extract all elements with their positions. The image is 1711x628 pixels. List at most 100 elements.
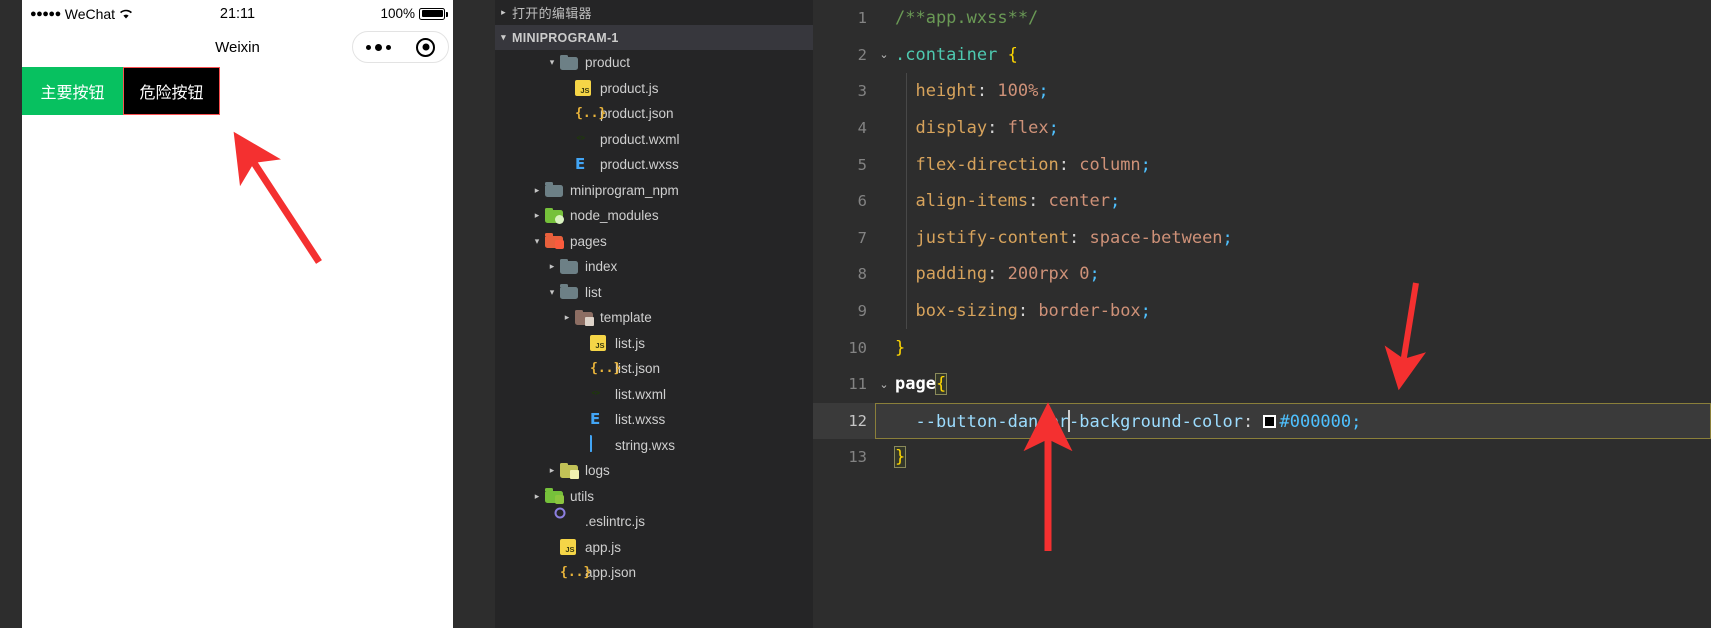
simulator-panel: ●●●●● WeChat 21:11 100% Weixin 主要按钮 危险按钮 bbox=[0, 0, 453, 628]
indent-guide bbox=[906, 109, 907, 147]
tree-file-row[interactable]: {..} app.json bbox=[495, 560, 813, 586]
tree-file-row[interactable]: JS product.js bbox=[495, 76, 813, 102]
battery-icon bbox=[419, 7, 448, 20]
tree-file-row[interactable]: {..} list.json bbox=[495, 356, 813, 382]
code-token: ; bbox=[1222, 227, 1233, 248]
line-number: 2 bbox=[857, 45, 867, 64]
js-icon: JS bbox=[590, 334, 610, 352]
open-editors-section[interactable]: ▸ 打开的编辑器 bbox=[495, 0, 813, 25]
wechat-devtools-window: ●●●●● WeChat 21:11 100% Weixin 主要按钮 危险按钮… bbox=[0, 0, 1711, 628]
primary-button[interactable]: 主要按钮 bbox=[22, 67, 123, 115]
line-number: 11 bbox=[848, 375, 867, 394]
tree-file-row[interactable]: string.wxs bbox=[495, 433, 813, 459]
tree-folder-row[interactable]: ▸ utils bbox=[495, 484, 813, 510]
folder-node-icon bbox=[545, 207, 565, 225]
project-section[interactable]: ▾ MINIPROGRAM-1 bbox=[495, 25, 813, 50]
tree-file-row[interactable]: .eslintrc.js bbox=[495, 509, 813, 535]
target-circle-icon[interactable] bbox=[416, 37, 436, 57]
tree-folder-row[interactable]: ▸ index bbox=[495, 254, 813, 280]
code-text: padding: 200rpx 0; bbox=[895, 264, 1099, 284]
tree-item-label: list.wxss bbox=[615, 412, 666, 428]
page-title: Weixin bbox=[215, 38, 260, 56]
tree-file-row[interactable]: product.wxml bbox=[495, 127, 813, 153]
code-token: : bbox=[1058, 154, 1080, 175]
code-token: ; bbox=[1140, 301, 1151, 322]
code-line[interactable]: 7 justify-content: space-between; bbox=[813, 219, 1711, 257]
chevron-right-icon[interactable]: ▸ bbox=[529, 210, 545, 221]
tree-folder-row[interactable]: ▾ product bbox=[495, 50, 813, 76]
chevron-right-icon[interactable]: ▸ bbox=[529, 185, 545, 196]
code-text: } bbox=[895, 338, 905, 358]
indent-guide bbox=[906, 256, 907, 293]
tree-file-row[interactable]: JS list.js bbox=[495, 331, 813, 357]
wxss-icon: E bbox=[575, 154, 586, 173]
code-line[interactable]: 11 ⌄ page{ bbox=[813, 366, 1711, 403]
chevron-right-icon[interactable]: ▸ bbox=[544, 261, 560, 272]
code-token: } bbox=[893, 446, 907, 469]
tree-folder-row[interactable]: ▸ logs bbox=[495, 458, 813, 484]
code-token: : bbox=[1069, 227, 1090, 248]
tree-item-label: list bbox=[585, 284, 602, 300]
color-swatch[interactable] bbox=[1263, 414, 1277, 428]
chevron-right-icon[interactable]: ▸ bbox=[559, 312, 575, 323]
chevron-down-icon[interactable]: ▾ bbox=[495, 32, 512, 43]
line-number: 12 bbox=[848, 411, 867, 430]
tree-folder-row[interactable]: ▾ list bbox=[495, 280, 813, 306]
capsule-button[interactable] bbox=[352, 31, 449, 63]
code-token: ; bbox=[1048, 118, 1059, 139]
code-lines[interactable]: 1/**app.wxss**/2 ⌄ .container {3 height: 1… bbox=[813, 0, 1711, 476]
tree-folder-row[interactable]: ▸ template bbox=[495, 305, 813, 331]
tree-file-row[interactable]: JS app.js bbox=[495, 535, 813, 561]
chevron-right-icon[interactable]: ▸ bbox=[544, 465, 560, 476]
chevron-right-icon[interactable]: ▸ bbox=[529, 491, 545, 502]
code-line[interactable]: 6 align-items: center; bbox=[813, 182, 1711, 220]
code-line[interactable]: 12 --button-danger-background-color: #00… bbox=[813, 402, 1711, 440]
tree-folder-row[interactable]: ▸ node_modules bbox=[495, 203, 813, 229]
code-line[interactable]: 9 box-sizing: border-box; bbox=[813, 292, 1711, 330]
folder-grey-icon bbox=[560, 54, 580, 72]
code-line[interactable]: 4 display: flex; bbox=[813, 109, 1711, 147]
code-token: flex bbox=[1007, 118, 1049, 139]
tree-item-label: app.js bbox=[585, 539, 622, 555]
code-editor-panel[interactable]: 1/**app.wxss**/2 ⌄ .container {3 height: 1… bbox=[813, 0, 1711, 628]
code-token: ; bbox=[1038, 81, 1049, 102]
tree-item-label: .eslintrc.js bbox=[585, 514, 646, 530]
code-line[interactable]: 10} bbox=[813, 329, 1711, 366]
tree-folder-row[interactable]: ▸ miniprogram_npm bbox=[495, 178, 813, 204]
tree-file-row[interactable]: Eproduct.wxss bbox=[495, 152, 813, 178]
folder-pages-icon bbox=[545, 232, 565, 250]
chevron-right-icon[interactable]: ▸ bbox=[495, 8, 512, 18]
tree-item-label: index bbox=[585, 259, 618, 275]
tree-file-row[interactable]: {..} product.json bbox=[495, 101, 813, 127]
line-number: 5 bbox=[857, 155, 867, 174]
tree-file-row[interactable]: list.wxml bbox=[495, 382, 813, 408]
code-line[interactable]: 1 /**app.wxss**/ bbox=[813, 0, 1711, 37]
code-token: : bbox=[1243, 411, 1264, 432]
fold-chevron-icon[interactable]: ⌄ bbox=[873, 378, 895, 391]
chevron-down-icon[interactable]: ▾ bbox=[544, 57, 560, 68]
more-dots-icon[interactable] bbox=[365, 43, 391, 51]
tree-item-label: list.wxml bbox=[615, 386, 666, 402]
tree-folder-row[interactable]: ▾ pages bbox=[495, 229, 813, 255]
tree-file-row[interactable]: Elist.wxss bbox=[495, 407, 813, 433]
code-token: : bbox=[1017, 301, 1039, 322]
code-line[interactable]: 13} bbox=[813, 439, 1711, 476]
chevron-down-icon[interactable]: ▾ bbox=[544, 287, 560, 298]
code-line[interactable]: 5 flex-direction: column; bbox=[813, 146, 1711, 183]
file-tree[interactable]: ▸ 打开的编辑器 ▾ MINIPROGRAM-1 ▾ product JS produ… bbox=[495, 0, 813, 628]
simulator-left-gutter bbox=[0, 0, 22, 628]
code-line[interactable]: 3 height: 100%; bbox=[813, 73, 1711, 110]
code-token: space-between bbox=[1089, 227, 1223, 248]
code-token: #000000 bbox=[1279, 411, 1352, 432]
indent-guide bbox=[906, 146, 907, 183]
code-token: border-box bbox=[1038, 301, 1141, 322]
battery-percent-label: 100% bbox=[380, 6, 415, 21]
code-line[interactable]: 8 padding: 200rpx 0; bbox=[813, 256, 1711, 293]
fold-chevron-icon[interactable]: ⌄ bbox=[873, 48, 895, 61]
chevron-down-icon[interactable]: ▾ bbox=[529, 236, 545, 247]
code-token: -background-color bbox=[1069, 411, 1243, 432]
line-number: 8 bbox=[857, 265, 867, 284]
code-line[interactable]: 2 ⌄ .container { bbox=[813, 37, 1711, 74]
danger-button[interactable]: 危险按钮 bbox=[123, 67, 220, 115]
open-editors-label: 打开的编辑器 bbox=[512, 7, 592, 22]
